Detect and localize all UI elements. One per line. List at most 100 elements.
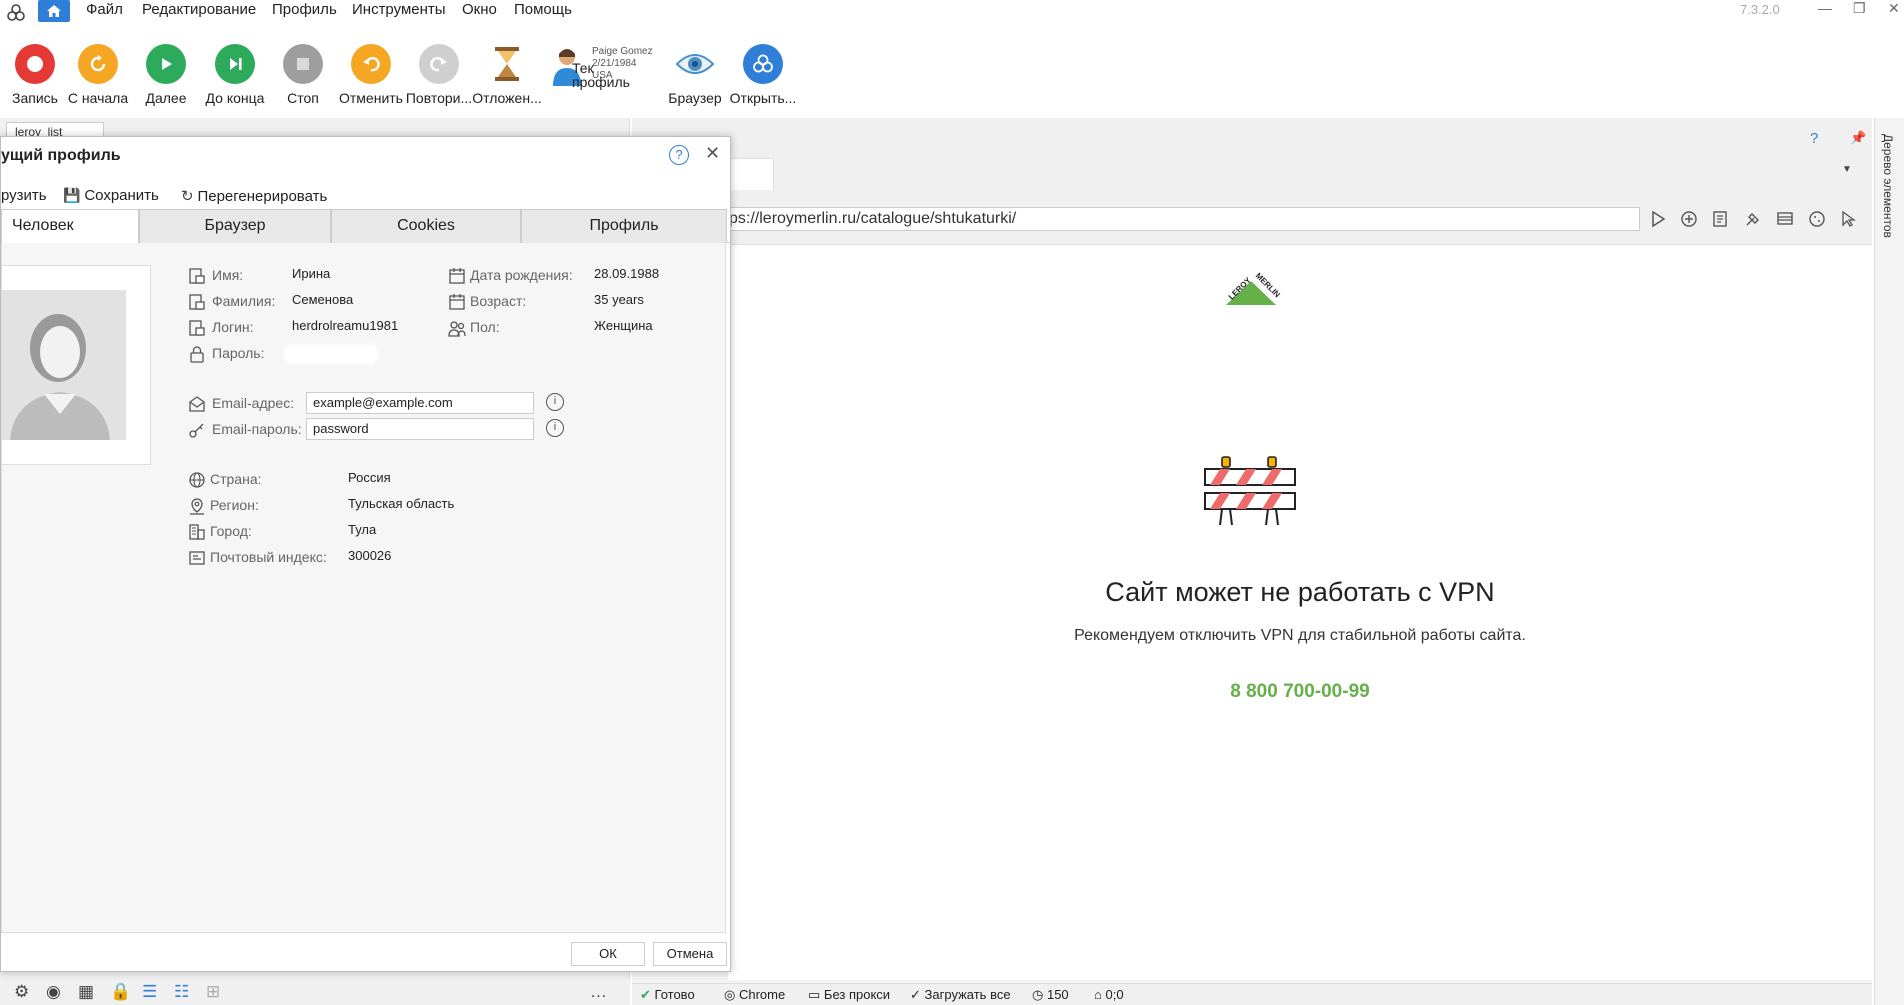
open-label: Открыть... — [729, 90, 797, 106]
gender-value[interactable]: Женщина — [594, 318, 653, 333]
help-icon[interactable]: ? — [1810, 130, 1818, 147]
email-value: example@example.com — [313, 395, 453, 410]
current-profile-button[interactable]: Paige Gomez 2/21/1984 USA Тек профиль — [548, 44, 658, 110]
birth-label: Дата рождения: — [470, 267, 573, 283]
email-info-icon[interactable]: i — [546, 393, 564, 411]
calendar-icon — [449, 268, 465, 284]
menu-file[interactable]: Файл — [86, 1, 123, 18]
dialog-close-icon[interactable]: ✕ — [705, 143, 720, 164]
profile-label: профиль — [572, 74, 630, 90]
tab-cookies[interactable]: Cookies — [331, 209, 521, 243]
url-bar[interactable]: ps://leroymerlin.ru/catalogue/shtukaturk… — [728, 207, 1640, 231]
browser-button[interactable]: Браузер — [660, 44, 730, 110]
more-icon[interactable]: … — [590, 982, 607, 1002]
region-value[interactable]: Тульская область — [348, 496, 454, 511]
zip-value[interactable]: 300026 — [348, 548, 391, 563]
gender-label: Пол: — [470, 319, 500, 335]
status-proxy[interactable]: ▭ Без прокси — [808, 987, 890, 1003]
regenerate-button[interactable]: ↻ Перегенерировать — [181, 187, 327, 205]
status-load[interactable]: ✓ Загружать все — [910, 987, 1011, 1003]
save-icon: 💾 — [63, 187, 81, 203]
birth-value[interactable]: 28.09.1988 — [594, 266, 659, 281]
globe-icon — [189, 472, 205, 488]
country-value[interactable]: Россия — [348, 470, 391, 485]
profile-dialog: ущий профиль ? ✕ рузить 💾 Сохранить ↻ Пе… — [0, 136, 731, 972]
lock-icon — [190, 346, 204, 363]
check-circle-icon: ✓ — [910, 987, 921, 1002]
add-square-icon[interactable]: ⊞ — [206, 982, 220, 1002]
status-timer[interactable]: ◷ 150 — [1032, 987, 1069, 1003]
minimize-button[interactable]: — — [1818, 0, 1832, 16]
city-value[interactable]: Тула — [348, 522, 376, 537]
left-bottom-toolbar: ⚙ ◉ ▦ 🔒 ☰ ☷ ⊞ … — [0, 980, 630, 1005]
save-button[interactable]: 💾 Сохранить — [63, 187, 159, 204]
tab-profile[interactable]: Профиль — [521, 209, 727, 243]
support-phone[interactable]: 8 800 700-00-99 — [728, 681, 1872, 703]
list-alt-icon[interactable]: ☷ — [174, 982, 189, 1002]
calendar-icon — [449, 294, 465, 310]
load-button[interactable]: рузить — [1, 187, 47, 204]
list-icon[interactable]: ☰ — [142, 982, 157, 1002]
menu-profile[interactable]: Профиль — [272, 1, 337, 18]
grid-icon[interactable]: ▦ — [78, 982, 94, 1002]
last-name-value[interactable]: Семенова — [292, 292, 353, 307]
menu-help[interactable]: Помощь — [514, 1, 572, 18]
pin-icon[interactable]: 📌 — [1850, 130, 1866, 146]
home-button[interactable] — [38, 0, 70, 22]
vpn-subtext: Рекомендуем отключить VPN для стабильной… — [1074, 627, 1526, 644]
page-icon[interactable] — [1712, 210, 1728, 228]
to-end-button[interactable]: До конца — [200, 44, 270, 110]
browser-tab[interactable] — [728, 158, 774, 190]
settings-icon[interactable]: ⚙ — [14, 982, 29, 1002]
password-value[interactable] — [284, 345, 378, 363]
undo-icon — [351, 44, 391, 84]
record-icon — [15, 44, 55, 84]
lock-icon[interactable]: 🔒 — [110, 982, 131, 1002]
restore-button[interactable]: ❐ — [1853, 0, 1866, 17]
element-tree-strip[interactable]: Дерево элементов — [1874, 118, 1904, 1005]
dialog-help-icon[interactable]: ? — [669, 145, 689, 165]
building-icon — [189, 524, 205, 540]
envelope-icon — [189, 396, 205, 412]
status-timer-text: 150 — [1046, 987, 1069, 1002]
email-label: Email-адрес: — [212, 395, 295, 411]
city-label: Город: — [210, 523, 252, 539]
email-password-input[interactable]: password — [306, 418, 534, 440]
ok-button[interactable]: ОК — [571, 942, 645, 966]
age-value[interactable]: 35 years — [594, 292, 644, 307]
menu-window[interactable]: Окно — [462, 1, 497, 18]
status-bar: ✔ Готово ◎ Chrome ▭ Без прокси ✓ Загружа… — [632, 983, 1872, 1005]
deferred-button[interactable]: Отложен... — [472, 44, 542, 110]
next-button[interactable]: Далее — [131, 44, 201, 110]
tab-browser[interactable]: Браузер — [139, 209, 331, 243]
tools-icon[interactable] — [1744, 210, 1762, 228]
add-circle-icon[interactable] — [1680, 210, 1698, 228]
cancel-button[interactable]: Отмена — [653, 942, 727, 966]
open-button[interactable]: Открыть... — [728, 44, 798, 110]
key-icon — [189, 423, 204, 438]
redo-button[interactable]: Повтори... — [404, 44, 474, 110]
restart-button[interactable]: С начала — [63, 44, 133, 110]
cursor-icon[interactable] — [1840, 210, 1856, 228]
profile-date: 2/21/1984 — [592, 58, 637, 69]
web-page: LEROY MERLIN Сайт может не работать с VP… — [728, 244, 1872, 980]
close-window-button[interactable]: ✕ — [1888, 0, 1900, 17]
first-name-value[interactable]: Ирина — [292, 266, 330, 281]
email-password-info-icon[interactable]: i — [546, 419, 564, 437]
cookie-icon[interactable] — [1808, 210, 1826, 228]
email-input[interactable]: example@example.com — [306, 392, 534, 414]
clock-icon: ◷ — [1032, 987, 1044, 1002]
user-circle-icon[interactable]: ◉ — [46, 982, 61, 1002]
menu-edit[interactable]: Редактирование — [142, 1, 256, 18]
tab-person[interactable]: Человек — [1, 209, 139, 243]
stop-button[interactable]: Стоп — [268, 44, 338, 110]
country-label: Страна: — [210, 471, 262, 487]
status-browser[interactable]: ◎ Chrome — [724, 987, 785, 1003]
database-icon[interactable] — [1776, 210, 1794, 228]
undo-button[interactable]: Отменить — [336, 44, 406, 110]
menu-tools[interactable]: Инструменты — [352, 1, 446, 18]
password-label: Пароль: — [212, 345, 265, 361]
go-icon[interactable] — [1650, 210, 1666, 228]
tab-dropdown-icon[interactable]: ▼ — [1842, 164, 1852, 175]
login-value[interactable]: herdrolreamu1981 — [292, 318, 398, 333]
